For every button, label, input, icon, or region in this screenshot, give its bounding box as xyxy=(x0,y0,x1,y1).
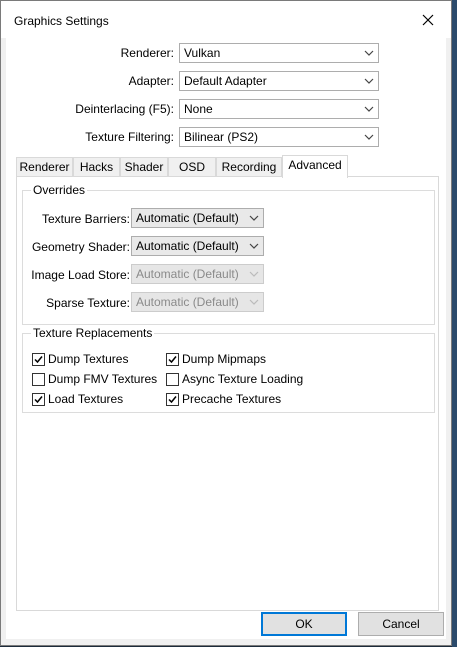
window-title: Graphics Settings xyxy=(14,14,109,28)
checkmark-icon xyxy=(34,355,43,363)
dump-mipmaps-checkbox[interactable]: Dump Mipmaps xyxy=(166,351,266,367)
adapter-select[interactable]: Default Adapter xyxy=(179,71,379,91)
tab-osd[interactable]: OSD xyxy=(168,157,216,177)
checkbox-box[interactable] xyxy=(32,392,45,406)
texture-filtering-value: Bilinear (PS2) xyxy=(184,130,259,144)
desktop-background xyxy=(452,0,457,647)
overrides-title: Overrides xyxy=(31,183,88,197)
load-textures-label: Load Textures xyxy=(48,392,124,406)
texture-barriers-label: Texture Barriers: xyxy=(41,212,130,226)
async-texture-loading-checkbox[interactable]: Async Texture Loading xyxy=(166,371,303,387)
precache-textures-checkbox[interactable]: Precache Textures xyxy=(166,391,281,407)
checkmark-icon xyxy=(168,395,177,403)
renderer-value: Vulkan xyxy=(184,46,221,60)
chevron-down-icon xyxy=(249,299,259,305)
precache-textures-label: Precache Textures xyxy=(182,392,282,406)
dump-textures-label: Dump Textures xyxy=(48,352,129,366)
renderer-select[interactable]: Vulkan xyxy=(179,43,379,63)
tab-hacks[interactable]: Hacks xyxy=(73,157,120,177)
chevron-down-icon xyxy=(249,215,259,221)
sparse-texture-label: Sparse Texture: xyxy=(46,296,130,310)
texture-filtering-label: Texture Filtering: xyxy=(85,130,174,144)
tab-renderer[interactable]: Renderer xyxy=(16,157,73,177)
ok-button[interactable]: OK xyxy=(261,612,347,636)
deinterlacing-select[interactable]: None xyxy=(179,99,379,119)
advanced-tab-panel: Overrides Texture Barriers: Automatic (D… xyxy=(16,176,439,611)
chevron-down-icon xyxy=(364,50,374,56)
checkbox-box[interactable] xyxy=(166,352,179,366)
async-texture-loading-label: Async Texture Loading xyxy=(182,372,304,386)
load-textures-checkbox[interactable]: Load Textures xyxy=(32,391,123,407)
image-load-store-value: Automatic (Default) xyxy=(136,267,239,281)
chevron-down-icon xyxy=(249,243,259,249)
image-load-store-select[interactable]: Automatic (Default) xyxy=(131,264,264,284)
texture-barriers-select[interactable]: Automatic (Default) xyxy=(131,208,264,228)
title-bar: Graphics Settings xyxy=(1,1,451,38)
checkmark-icon xyxy=(168,355,177,363)
checkbox-box[interactable] xyxy=(32,352,45,366)
tab-advanced[interactable]: Advanced xyxy=(282,155,348,178)
renderer-label: Renderer: xyxy=(120,46,174,60)
texture-replacements-group: Texture Replacements Dump Textures Dump … xyxy=(22,326,435,413)
tab-recording[interactable]: Recording xyxy=(216,157,282,177)
graphics-settings-dialog: Graphics Settings Renderer: Vulkan Adapt… xyxy=(0,0,452,646)
dump-fmv-textures-checkbox[interactable]: Dump FMV Textures xyxy=(32,371,157,387)
dump-textures-checkbox[interactable]: Dump Textures xyxy=(32,351,128,367)
geometry-shader-select[interactable]: Automatic (Default) xyxy=(131,236,264,256)
tab-shader[interactable]: Shader xyxy=(120,157,168,177)
close-button[interactable] xyxy=(405,1,451,38)
chevron-down-icon xyxy=(364,78,374,84)
chevron-down-icon xyxy=(364,134,374,140)
texture-replacements-title: Texture Replacements xyxy=(31,326,155,340)
dump-mipmaps-label: Dump Mipmaps xyxy=(182,352,267,366)
dialog-content: Renderer: Vulkan Adapter: Default Adapte… xyxy=(6,38,446,639)
sparse-texture-value: Automatic (Default) xyxy=(136,295,239,309)
dump-fmv-textures-label: Dump FMV Textures xyxy=(48,372,158,386)
chevron-down-icon xyxy=(249,271,259,277)
image-load-store-label: Image Load Store: xyxy=(31,268,130,282)
texture-filtering-select[interactable]: Bilinear (PS2) xyxy=(179,127,379,147)
sparse-texture-select[interactable]: Automatic (Default) xyxy=(131,292,264,312)
checkbox-box[interactable] xyxy=(32,372,45,386)
close-icon xyxy=(422,14,434,25)
chevron-down-icon xyxy=(364,106,374,112)
deinterlacing-value: None xyxy=(184,102,213,116)
overrides-group: Overrides Texture Barriers: Automatic (D… xyxy=(22,183,435,325)
cancel-button[interactable]: Cancel xyxy=(358,612,444,636)
texture-barriers-value: Automatic (Default) xyxy=(136,211,239,225)
checkmark-icon xyxy=(34,395,43,403)
geometry-shader-value: Automatic (Default) xyxy=(136,239,239,253)
adapter-label: Adapter: xyxy=(128,74,174,88)
checkbox-box[interactable] xyxy=(166,372,179,386)
checkbox-box[interactable] xyxy=(166,392,179,406)
adapter-value: Default Adapter xyxy=(184,74,267,88)
geometry-shader-label: Geometry Shader: xyxy=(31,240,130,254)
deinterlacing-label: Deinterlacing (F5): xyxy=(75,102,174,116)
